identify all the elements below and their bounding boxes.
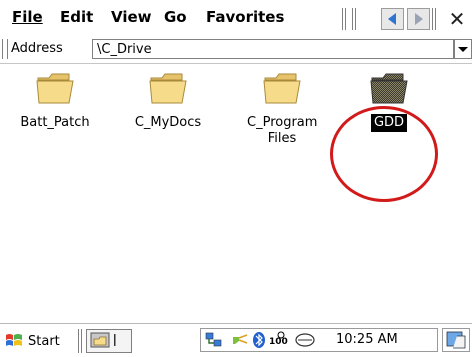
show-desktop-button[interactable]	[442, 328, 470, 352]
taskbar-grip	[78, 329, 82, 353]
menu-go-label: Go	[164, 8, 187, 26]
folder-label: Batt_Patch	[20, 115, 90, 130]
address-value: \C_Drive	[97, 42, 152, 57]
explorer-task-button[interactable]	[86, 329, 132, 353]
menu-file-label: File	[12, 8, 43, 26]
svg-text:100: 100	[269, 337, 288, 347]
desktop-icon	[446, 331, 466, 349]
folder-icon	[36, 73, 74, 104]
taskbar: Start 100 10:25 AM	[0, 323, 472, 357]
back-arrow-icon	[388, 13, 396, 25]
menu-view[interactable]: View	[111, 8, 152, 26]
address-label: Address	[11, 41, 63, 56]
menu-edit[interactable]: Edit	[60, 8, 93, 26]
close-icon: ✕	[448, 7, 466, 31]
file-list: Batt_Patch C_MyDocs C_Program Files GDD	[0, 64, 472, 323]
power-plug-icon	[233, 334, 248, 344]
menu-view-label: View	[111, 8, 152, 26]
battery-percent-icon: 100	[269, 331, 288, 347]
storage-icon	[295, 333, 315, 347]
windows-logo-icon	[6, 334, 22, 346]
explorer-window-icon	[90, 332, 116, 348]
forward-arrow-icon	[415, 13, 423, 25]
toolbar-separator	[432, 8, 436, 30]
network-icon	[205, 332, 222, 347]
folder-item[interactable]: C_Program Files	[232, 70, 332, 148]
menu-file[interactable]: File	[12, 8, 43, 26]
toolbar-separator	[342, 8, 346, 30]
start-label: Start	[28, 333, 60, 349]
back-button[interactable]	[381, 8, 404, 30]
system-tray: 100 10:25 AM	[200, 328, 438, 352]
close-button[interactable]: ✕	[444, 6, 470, 32]
address-input[interactable]: \C_Drive	[92, 39, 454, 59]
forward-button[interactable]	[407, 8, 430, 30]
folder-icon	[149, 73, 187, 104]
folder-label: C_Program Files	[247, 115, 318, 146]
folder-icon	[370, 73, 408, 104]
annotation-circle	[330, 106, 438, 202]
start-button[interactable]: Start	[4, 329, 60, 353]
menu-go[interactable]: Go	[164, 8, 187, 26]
folder-item[interactable]: C_MyDocs	[118, 70, 218, 132]
clock: 10:25 AM	[336, 332, 398, 347]
tray-icons: 100	[205, 331, 315, 348]
menu-favorites[interactable]: Favorites	[206, 8, 284, 26]
address-dropdown-button[interactable]	[454, 39, 472, 59]
pocket-pc-explorer: File Edit View Go Favorites ✕ Address \C…	[0, 0, 472, 357]
bluetooth-icon	[253, 332, 265, 348]
address-bar-grip	[2, 39, 8, 59]
menu-favorites-label: Favorites	[206, 8, 285, 26]
folder-label: C_MyDocs	[134, 115, 202, 130]
menu-edit-label: Edit	[60, 8, 94, 26]
address-bar: Address \C_Drive	[0, 35, 472, 64]
toolbar-grip	[352, 8, 356, 30]
folder-item[interactable]: Batt_Patch	[5, 70, 105, 132]
folder-icon	[263, 73, 301, 104]
chevron-down-icon	[458, 47, 468, 52]
menu-bar: File Edit View Go Favorites ✕	[0, 0, 472, 36]
